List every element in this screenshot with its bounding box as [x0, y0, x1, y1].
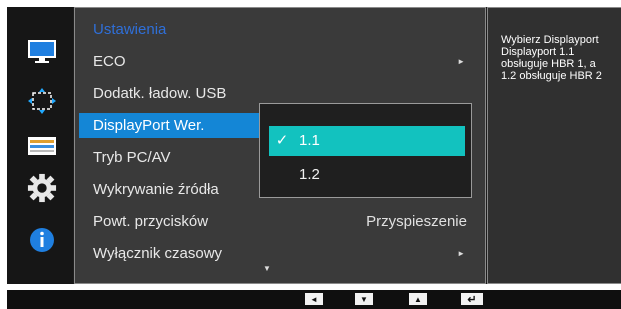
enter-icon[interactable]: ↵ [461, 293, 483, 306]
help-panel: Wybierz Displayport Displayport 1.1 obsł… [487, 7, 621, 284]
monitor-icon[interactable] [27, 36, 57, 66]
settings-gear-icon[interactable] [27, 173, 57, 203]
help-text: Wybierz Displayport Displayport 1.1 obsł… [501, 34, 602, 82]
submenu-arrow-icon: ► [457, 249, 465, 258]
menu-item-value: Przyspieszenie [366, 213, 467, 230]
size-position-icon[interactable] [27, 86, 57, 116]
up-arrow-icon[interactable]: ▲ [409, 293, 427, 305]
menu-item-displayport-version[interactable]: DisplayPort Wer. [79, 113, 261, 138]
osd-sidebar [7, 7, 73, 284]
menu-item-label: Dodatk. ładow. USB [93, 85, 227, 102]
monitor-osd: Ustawienia ECO ► Dodatk. ładow. USB Disp… [0, 0, 621, 309]
color-icon[interactable] [27, 131, 57, 161]
scroll-down-indicator-icon[interactable]: ▼ [263, 264, 271, 273]
information-icon[interactable] [27, 225, 57, 255]
displayport-version-submenu: ✓ 1.1 1.2 [259, 103, 472, 198]
option-displayport-1-2[interactable]: 1.2 [269, 160, 465, 190]
option-displayport-1-1[interactable]: ✓ 1.1 [269, 126, 465, 156]
control-guide-bar: ◄ ▼ ▲ ↵ [7, 290, 621, 309]
check-icon: ✓ [275, 132, 289, 149]
menu-item-eco[interactable]: ECO ► [75, 49, 485, 74]
menu-item-label: DisplayPort Wer. [93, 117, 205, 134]
menu-item-label: Tryb PC/AV [93, 149, 171, 166]
menu-title: Ustawienia [93, 21, 167, 38]
menu-item-key-repeat[interactable]: Powt. przycisków Przyspieszenie [75, 209, 485, 234]
menu-item-label: Wyłącznik czasowy [93, 245, 223, 262]
option-label: 1.2 [299, 166, 320, 183]
option-label: 1.1 [299, 132, 320, 149]
menu-item-label: Powt. przycisków [93, 213, 209, 230]
menu-item-label: Wykrywanie źródła [93, 181, 219, 198]
submenu-arrow-icon: ► [457, 57, 465, 66]
left-arrow-icon[interactable]: ◄ [305, 293, 323, 305]
menu-item-off-timer[interactable]: Wyłącznik czasowy ► [75, 241, 485, 266]
down-arrow-icon[interactable]: ▼ [355, 293, 373, 305]
menu-item-label: ECO [93, 53, 126, 70]
